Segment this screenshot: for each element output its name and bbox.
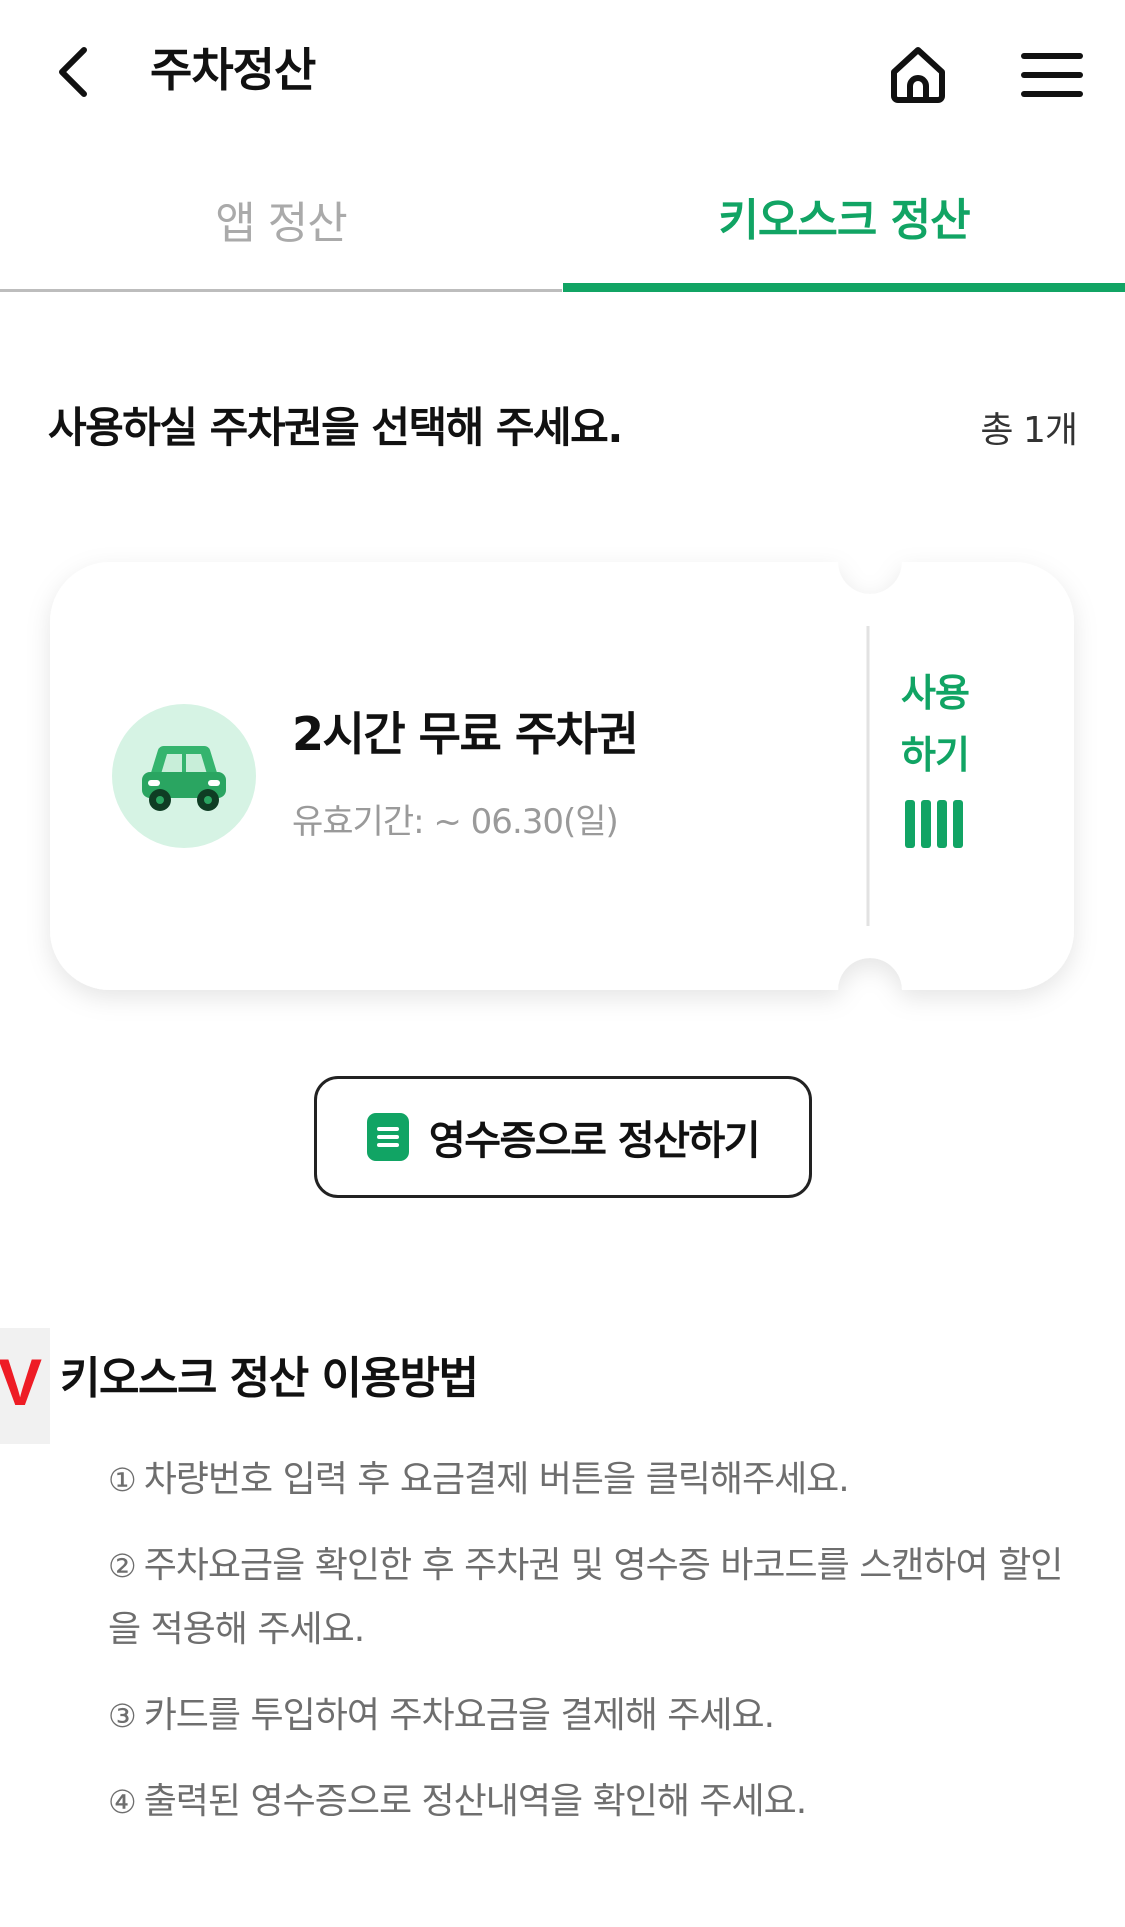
step-text: 주차요금을 확인한 후 주차권 및 영수증 바코드를 스캔하여 할인을 적용해 … [108, 1545, 1063, 1650]
ticket-validity: 유효기간: ~ 06.30(일) [292, 802, 619, 842]
header: 주차정산 [0, 0, 1125, 150]
step-number: ④ [108, 1783, 137, 1821]
guide-step-3: ③ 카드를 투입하여 주차요금을 결제해 주세요. [108, 1684, 1078, 1748]
step-text: 차량번호 입력 후 요금결제 버튼을 클릭해주세요. [143, 1459, 850, 1500]
barcode-icon [905, 800, 963, 848]
hamburger-menu-icon [1021, 53, 1083, 97]
guide-title: 키오스크 정산 이용방법 [60, 1353, 479, 1404]
step-number: ③ [108, 1697, 137, 1735]
receipt-payment-button[interactable]: 영수증으로 정산하기 [314, 1076, 812, 1198]
home-button[interactable] [880, 36, 956, 112]
step-text: 출력된 영수증으로 정산내역을 확인해 주세요. [143, 1781, 807, 1822]
car-icon [142, 745, 226, 811]
use-label-line1: 사용 [901, 671, 970, 715]
section-title: 사용하실 주차권을 선택해 주세요. [48, 403, 623, 452]
parking-payment-page: 주차정산 앱 정산 키오스크 정산 사용하실 주차권을 선택해 주세요. 총 1… [0, 0, 1125, 1927]
home-icon [891, 47, 945, 103]
receipt-button-label: 영수증으로 정산하기 [428, 1118, 761, 1164]
guide-steps: ① 차량번호 입력 후 요금결제 버튼을 클릭해주세요. ② 주차요금을 확인한 후… [108, 1448, 1078, 1856]
step-text: 카드를 투입하여 주차요금을 결제해 주세요. [143, 1695, 775, 1736]
parking-ticket-card[interactable]: 2시간 무료 주차권 유효기간: ~ 06.30(일) 사용 하기 [50, 562, 1074, 990]
use-ticket-button[interactable]: 사용 하기 [860, 662, 1010, 892]
receipt-icon [366, 1113, 409, 1161]
ticket-car-badge [112, 704, 256, 848]
page-title: 주차정산 [150, 43, 316, 97]
payment-tabs: 앱 정산 키오스크 정산 [0, 160, 1125, 292]
guide-step-4: ④ 출력된 영수증으로 정산내역을 확인해 주세요. [108, 1770, 1078, 1834]
guide-step-1: ① 차량번호 입력 후 요금결제 버튼을 클릭해주세요. [108, 1448, 1078, 1512]
use-label-line2: 하기 [901, 733, 970, 777]
tab-kiosk-payment[interactable]: 키오스크 정산 [563, 160, 1125, 292]
chevron-left-icon [59, 47, 87, 97]
v-mark: V [0, 1345, 43, 1419]
back-button[interactable] [44, 36, 104, 108]
ticket-name: 2시간 무료 주차권 [292, 707, 639, 761]
ticket-count: 총 1개 [980, 410, 1078, 451]
guide-step-2: ② 주차요금을 확인한 후 주차권 및 영수증 바코드를 스캔하여 할인을 적용해… [108, 1534, 1078, 1662]
step-number: ① [108, 1461, 137, 1499]
menu-button[interactable] [1012, 40, 1092, 110]
tab-app-payment[interactable]: 앱 정산 [0, 160, 562, 292]
step-number: ② [108, 1547, 137, 1585]
